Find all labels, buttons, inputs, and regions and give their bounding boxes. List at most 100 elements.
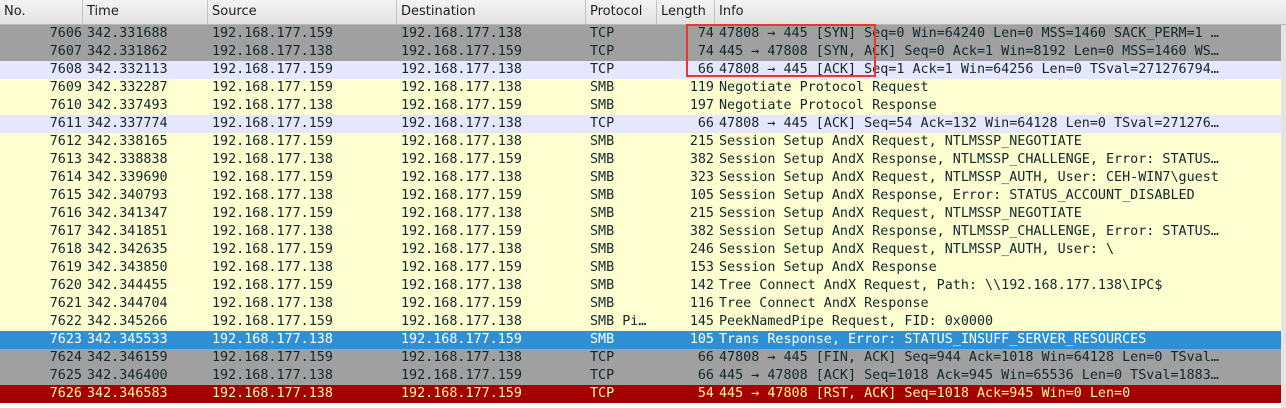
packet-source: 192.168.177.159 <box>212 350 333 365</box>
packet-source: 192.168.177.159 <box>212 278 333 293</box>
packet-length: 116 <box>689 296 714 311</box>
packet-destination: 192.168.177.159 <box>401 188 522 203</box>
packet-protocol: SMB <box>590 242 615 257</box>
packet-length: 382 <box>689 152 714 167</box>
packet-number: 7622 <box>49 314 82 329</box>
packet-row[interactable]: 7619 342.343850 192.168.177.138 192.168.177… <box>0 259 1286 277</box>
packet-number: 7623 <box>49 332 82 347</box>
packet-time: 342.343850 <box>87 260 168 275</box>
packet-row[interactable]: 7606 342.331688 192.168.177.159 192.168.177… <box>0 25 1286 43</box>
packet-destination: 192.168.177.138 <box>401 242 522 257</box>
packet-source: 192.168.177.138 <box>212 152 333 167</box>
packet-row[interactable]: 7608 342.332113 192.168.177.159 192.168.177… <box>0 61 1286 79</box>
packet-destination: 192.168.177.138 <box>401 134 522 149</box>
packet-info: 445 → 47808 [RST, ACK] Seq=1018 Ack=945 … <box>719 386 1131 401</box>
packet-row[interactable]: 7617 342.341851 192.168.177.138 192.168.177… <box>0 223 1286 241</box>
column-header-source[interactable]: Source <box>208 0 397 24</box>
packet-row[interactable]: 7610 342.337493 192.168.177.138 192.168.177… <box>0 97 1286 115</box>
packet-protocol: SMB <box>590 224 615 239</box>
packet-row[interactable]: 7616 342.341347 192.168.177.159 192.168.177… <box>0 205 1286 223</box>
packet-row[interactable]: 7618 342.342635 192.168.177.159 192.168.177… <box>0 241 1286 259</box>
packet-protocol: TCP <box>590 350 615 365</box>
packet-time: 342.332287 <box>87 80 168 95</box>
packet-row[interactable]: 7621 342.344704 192.168.177.138 192.168.177… <box>0 295 1286 313</box>
packet-source: 192.168.177.138 <box>212 98 333 113</box>
packet-length: 246 <box>689 242 714 257</box>
packet-info: 47808 → 445 [FIN, ACK] Seq=944 Ack=1018 … <box>719 350 1219 365</box>
packet-time: 342.337493 <box>87 98 168 113</box>
packet-row[interactable]: 7612 342.338165 192.168.177.159 192.168.177… <box>0 133 1286 151</box>
packet-row[interactable]: 7607 342.331862 192.168.177.138 192.168.177… <box>0 43 1286 61</box>
packet-info: Tree Connect AndX Request, Path: \\192.1… <box>719 278 1163 293</box>
vertical-scrollbar[interactable] <box>1281 25 1286 408</box>
column-header-no[interactable]: No. <box>0 0 83 24</box>
packet-protocol: SMB <box>590 206 615 221</box>
packet-row[interactable]: 7613 342.338838 192.168.177.138 192.168.177… <box>0 151 1286 169</box>
packet-time: 342.342635 <box>87 242 168 257</box>
packet-destination: 192.168.177.159 <box>401 224 522 239</box>
packet-source: 192.168.177.138 <box>212 44 333 59</box>
packet-row[interactable]: 7611 342.337774 192.168.177.159 192.168.177… <box>0 115 1286 133</box>
packet-info: Session Setup AndX Response, NTLMSSP_CHA… <box>719 224 1219 239</box>
packet-destination: 192.168.177.138 <box>401 116 522 131</box>
packet-destination: 192.168.177.159 <box>401 386 522 401</box>
packet-length: 54 <box>697 386 714 401</box>
packet-info: Negotiate Protocol Response <box>719 98 937 113</box>
packet-protocol: SMB <box>590 296 615 311</box>
packet-length: 119 <box>689 80 714 95</box>
packet-protocol: SMB Pi… <box>590 314 647 329</box>
column-header-protocol[interactable]: Protocol <box>586 0 657 24</box>
packet-row[interactable]: 7620 342.344455 192.168.177.159 192.168.177… <box>0 277 1286 295</box>
packet-protocol: SMB <box>590 134 615 149</box>
packet-length: 215 <box>689 206 714 221</box>
packet-info: Session Setup AndX Response <box>719 260 937 275</box>
packet-protocol: TCP <box>590 368 615 383</box>
packet-number: 7619 <box>49 260 82 275</box>
packet-destination: 192.168.177.159 <box>401 152 522 167</box>
column-header-length[interactable]: Length <box>657 0 715 24</box>
packet-destination: 192.168.177.138 <box>401 206 522 221</box>
packet-source: 192.168.177.159 <box>212 314 333 329</box>
column-header-destination[interactable]: Destination <box>397 0 586 24</box>
packet-destination: 192.168.177.138 <box>401 350 522 365</box>
packet-length: 105 <box>689 188 714 203</box>
packet-protocol: SMB <box>590 260 615 275</box>
packet-time: 342.346159 <box>87 350 168 365</box>
packet-time: 342.341347 <box>87 206 168 221</box>
packet-length: 142 <box>689 278 714 293</box>
packet-row[interactable]: 7609 342.332287 192.168.177.159 192.168.177… <box>0 79 1286 97</box>
packet-length: 66 <box>697 368 714 383</box>
packet-source: 192.168.177.159 <box>212 170 333 185</box>
packet-number: 7620 <box>49 278 82 293</box>
packet-row[interactable]: 7625 342.346400 192.168.177.138 192.168.177… <box>0 367 1286 385</box>
packet-number: 7626 <box>49 386 82 401</box>
handshake-highlight-box <box>686 24 876 77</box>
packet-destination: 192.168.177.159 <box>401 332 522 347</box>
packet-row[interactable]: 7624 342.346159 192.168.177.159 192.168.177… <box>0 349 1286 367</box>
packet-protocol: TCP <box>590 26 615 41</box>
packet-row[interactable]: 7623 342.345533 192.168.177.138 192.168.177… <box>0 331 1286 349</box>
packet-row[interactable]: 7626 342.346583 192.168.177.138 192.168.177… <box>0 385 1286 403</box>
packet-destination: 192.168.177.138 <box>401 62 522 77</box>
packet-time: 342.337774 <box>87 116 168 131</box>
packet-source: 192.168.177.159 <box>212 62 333 77</box>
packet-info: Session Setup AndX Request, NTLMSSP_AUTH… <box>719 242 1115 257</box>
packet-info: 445 → 47808 [ACK] Seq=1018 Ack=945 Win=6… <box>719 368 1219 383</box>
packet-number: 7621 <box>49 296 82 311</box>
packet-length: 197 <box>689 98 714 113</box>
packet-number: 7624 <box>49 350 82 365</box>
packet-row[interactable]: 7615 342.340793 192.168.177.138 192.168.177… <box>0 187 1286 205</box>
packet-time: 342.344455 <box>87 278 168 293</box>
packet-number: 7616 <box>49 206 82 221</box>
packet-destination: 192.168.177.138 <box>401 80 522 95</box>
column-header-info[interactable]: Info <box>715 0 1286 24</box>
packet-source: 192.168.177.159 <box>212 242 333 257</box>
packet-row[interactable]: 7622 342.345266 192.168.177.159 192.168.177… <box>0 313 1286 331</box>
packet-time: 342.338165 <box>87 134 168 149</box>
packet-row[interactable]: 7614 342.339690 192.168.177.159 192.168.177… <box>0 169 1286 187</box>
packet-info: Session Setup AndX Request, NTLMSSP_AUTH… <box>719 170 1219 185</box>
packet-number: 7625 <box>49 368 82 383</box>
packet-source: 192.168.177.159 <box>212 26 333 41</box>
column-header-time[interactable]: Time <box>83 0 208 24</box>
packet-number: 7613 <box>49 152 82 167</box>
